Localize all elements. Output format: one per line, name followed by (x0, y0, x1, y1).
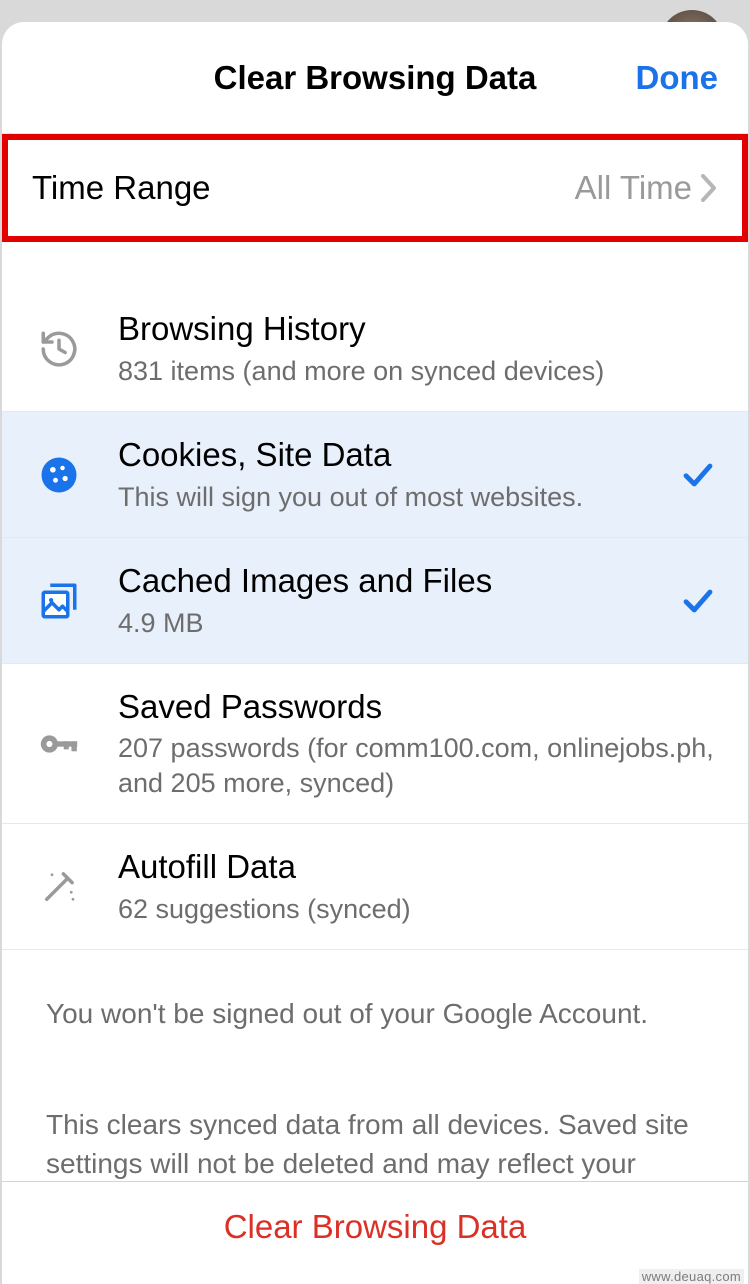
content-area: Time Range All Time Browsing History 831… (2, 134, 748, 1284)
row-text: Cookies, Site Data This will sign you ou… (118, 434, 666, 514)
clear-browsing-data-button[interactable]: Clear Browsing Data (224, 1208, 527, 1246)
row-subtitle: 62 suggestions (synced) (118, 892, 718, 927)
time-range-label: Time Range (32, 169, 211, 207)
bottom-action-bar: Clear Browsing Data (2, 1181, 748, 1271)
sheet-header: Clear Browsing Data Done (2, 22, 748, 134)
row-text: Browsing History 831 items (and more on … (118, 308, 718, 388)
browsing-history-row[interactable]: Browsing History 831 items (and more on … (2, 286, 748, 412)
row-subtitle: 207 passwords (for comm100.com, onlinejo… (118, 731, 718, 801)
watermark: www.deuaq.com (639, 1269, 744, 1284)
checkmark-icon (678, 581, 718, 621)
done-button[interactable]: Done (636, 59, 719, 97)
chevron-right-icon (700, 173, 718, 203)
autofill-row[interactable]: Autofill Data 62 suggestions (synced) (2, 824, 748, 950)
wand-icon (32, 860, 86, 914)
cookies-row[interactable]: Cookies, Site Data This will sign you ou… (2, 412, 748, 538)
saved-passwords-row[interactable]: Saved Passwords 207 passwords (for comm1… (2, 664, 748, 824)
row-title: Autofill Data (118, 846, 718, 887)
time-range-value: All Time (575, 169, 692, 207)
row-subtitle: This will sign you out of most websites. (118, 480, 666, 515)
history-icon (32, 322, 86, 376)
footer-note-2: This clears synced data from all devices… (2, 1033, 748, 1183)
page-title: Clear Browsing Data (214, 59, 537, 97)
key-icon (32, 717, 86, 771)
row-title: Cached Images and Files (118, 560, 666, 601)
row-subtitle: 831 items (and more on synced devices) (118, 354, 718, 389)
row-title: Saved Passwords (118, 686, 718, 727)
row-subtitle: 4.9 MB (118, 606, 666, 641)
row-text: Saved Passwords 207 passwords (for comm1… (118, 686, 718, 801)
footer-note-1: You won't be signed out of your Google A… (2, 950, 748, 1033)
time-range-row[interactable]: Time Range All Time (2, 134, 748, 242)
row-title: Cookies, Site Data (118, 434, 666, 475)
checkmark-icon (678, 455, 718, 495)
clear-browsing-data-sheet: Clear Browsing Data Done Time Range All … (2, 22, 748, 1284)
cached-images-row[interactable]: Cached Images and Files 4.9 MB (2, 538, 748, 664)
cookie-icon (32, 448, 86, 502)
image-stack-icon (32, 574, 86, 628)
row-title: Browsing History (118, 308, 718, 349)
row-text: Cached Images and Files 4.9 MB (118, 560, 666, 640)
row-text: Autofill Data 62 suggestions (synced) (118, 846, 718, 926)
